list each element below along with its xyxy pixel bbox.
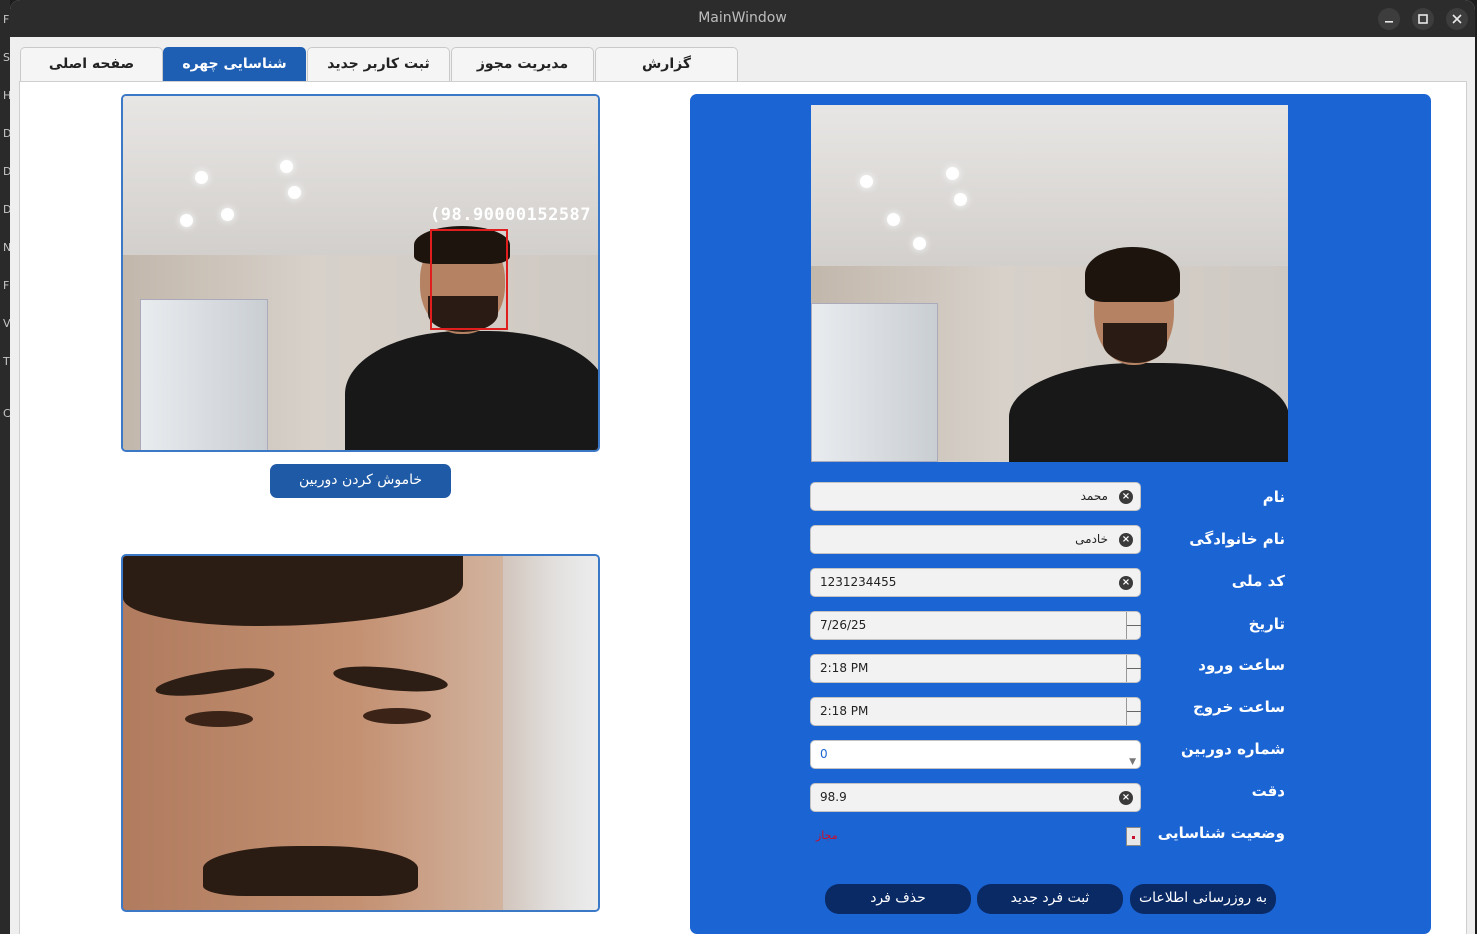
title-bar[interactable]: MainWindow	[10, 0, 1475, 37]
close-icon[interactable]	[1446, 8, 1468, 30]
clear-icon[interactable]: ×	[1119, 533, 1133, 547]
main-window: MainWindow صفحه اصلی شناسایی چهره ثبت کا…	[10, 0, 1475, 934]
exit-time-value: 2:18 PM	[820, 704, 869, 718]
name-value: محمد	[1080, 489, 1108, 503]
camera-number-value: 0	[820, 747, 828, 761]
family-field[interactable]: خادمی ×	[810, 525, 1141, 554]
register-person-button[interactable]: ثبت فرد جدید	[977, 884, 1123, 914]
maximize-icon[interactable]	[1412, 8, 1434, 30]
tab-face-recognition[interactable]: شناسایی چهره	[163, 47, 306, 82]
exit-time-field[interactable]: 2:18 PM	[810, 697, 1141, 726]
face-closeup	[121, 554, 600, 912]
face-detection-box	[430, 229, 508, 330]
clear-icon[interactable]: ×	[1119, 576, 1133, 590]
status-value: مجاز	[816, 829, 838, 842]
status-label: وضعیت شناسایی	[1157, 824, 1285, 842]
tab-report[interactable]: گزارش	[595, 47, 738, 82]
delete-person-button[interactable]: حذف فرد	[825, 884, 971, 914]
bg-letter: S	[3, 51, 10, 64]
name-field[interactable]: محمد ×	[810, 482, 1141, 511]
national-code-value: 1231234455	[820, 575, 897, 589]
date-spinner[interactable]	[1126, 612, 1141, 639]
person-photo	[811, 105, 1288, 462]
face-confidence-label: (98.90000152587	[430, 205, 592, 225]
tab-permission-management[interactable]: مدیریت مجوز	[451, 47, 594, 82]
accuracy-field[interactable]: 98.9 ×	[810, 783, 1141, 812]
turn-off-camera-button[interactable]: خاموش کردن دوربین	[270, 464, 451, 498]
live-camera-feed: (98.90000152587	[121, 94, 600, 452]
closeup-hair	[123, 556, 463, 626]
status-indicator	[1126, 827, 1141, 846]
closeup-background	[503, 556, 598, 910]
update-info-button[interactable]: به روزرسانی اطلاعات	[1130, 884, 1276, 914]
minimize-icon[interactable]	[1378, 8, 1400, 30]
tab-home[interactable]: صفحه اصلی	[20, 47, 163, 82]
clear-icon[interactable]: ×	[1119, 490, 1133, 504]
clear-icon[interactable]: ×	[1119, 791, 1133, 805]
chevron-down-icon[interactable]: ▼	[1129, 749, 1136, 776]
exit-time-spinner[interactable]	[1126, 698, 1141, 725]
entry-time-field[interactable]: 2:18 PM	[810, 654, 1141, 683]
family-value: خادمی	[1075, 532, 1108, 546]
closeup-right-eye	[363, 708, 431, 724]
accuracy-value: 98.9	[820, 790, 847, 804]
tab-content: (98.90000152587 خاموش کردن دوربین نام مح…	[19, 81, 1467, 934]
bg-letter: F	[3, 13, 10, 26]
background-app-strip: F S H D D D N F V T C	[0, 0, 11, 934]
person-torso	[345, 331, 598, 450]
entry-time-spinner[interactable]	[1126, 655, 1141, 682]
closeup-mustache	[203, 846, 418, 896]
bg-letter: F	[3, 279, 10, 292]
window-title: MainWindow	[698, 10, 787, 26]
camera-number-select[interactable]: 0 ▼	[810, 740, 1141, 769]
person-info-panel: نام محمد × نام خانوادگی خادمی × کد ملی 1…	[690, 94, 1431, 934]
date-value: 7/26/25	[820, 618, 867, 632]
closeup-left-eye	[185, 711, 253, 727]
entry-time-value: 2:18 PM	[820, 661, 869, 675]
closeup-left-eyebrow	[154, 662, 276, 702]
national-code-field[interactable]: 1231234455 ×	[810, 568, 1141, 597]
closeup-right-eyebrow	[332, 662, 449, 696]
bg-letter: T	[3, 355, 10, 368]
tab-register-user[interactable]: ثبت کاربر جدید	[307, 47, 450, 82]
date-field[interactable]: 7/26/25	[810, 611, 1141, 640]
fridge	[140, 299, 268, 450]
